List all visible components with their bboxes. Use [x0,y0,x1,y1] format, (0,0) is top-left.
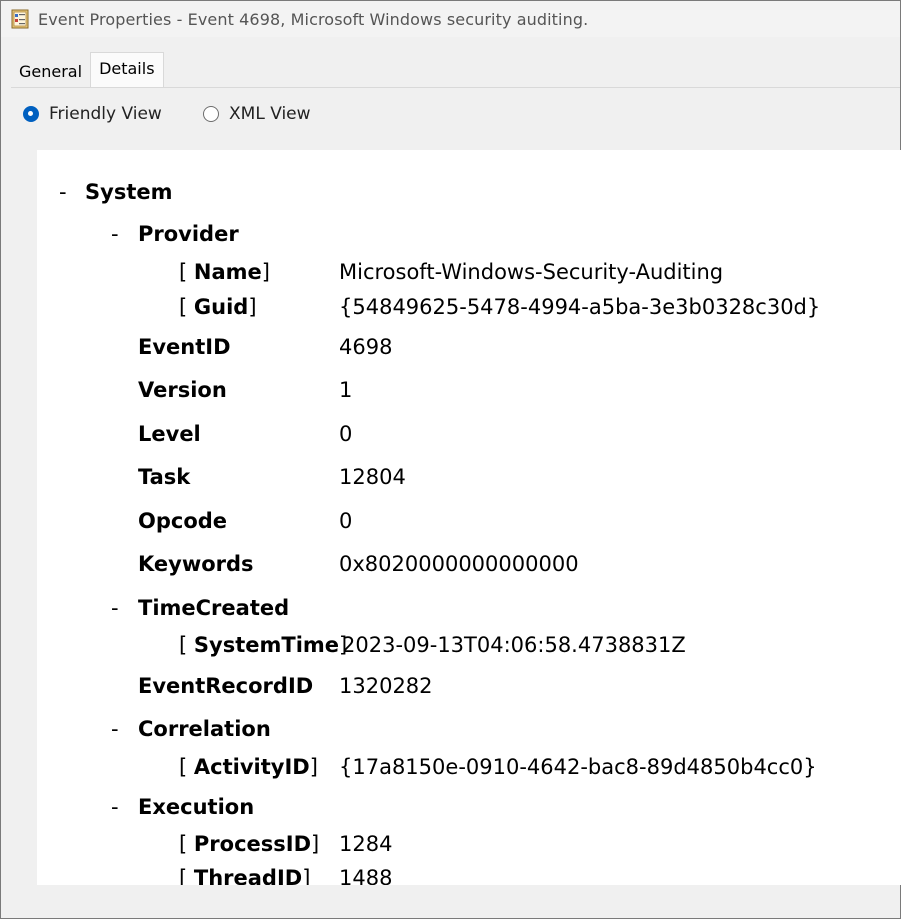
process-id-value: 1284 [339,832,393,856]
tab-general[interactable]: General [11,57,90,87]
details-panel: Friendly View XML View - System - Provid… [11,87,901,908]
bracket-close: ] [261,260,270,284]
task-value: 12804 [339,465,406,489]
bracket-close: ] [302,866,311,885]
friendly-view-option[interactable]: Friendly View [23,104,162,124]
event-id-value: 4698 [339,335,393,359]
bracket-close: ] [248,295,257,319]
xml-view-option[interactable]: XML View [203,104,311,124]
friendly-view-label[interactable]: Friendly View [49,104,162,124]
execution-node-label: Execution [138,795,255,819]
event-record-id-key: EventRecordID [138,674,314,698]
event-record-id-value: 1320282 [339,674,433,698]
activity-id-attribute: [ ActivityID] [179,755,318,779]
correlation-toggle[interactable]: - [111,717,119,741]
version-value: 1 [339,378,353,402]
correlation-node-label: Correlation [138,717,271,741]
bracket-open: [ [179,832,188,856]
system-toggle[interactable]: - [59,180,67,204]
name-attribute: [ Name] [179,260,270,284]
provider-node-label: Provider [138,222,239,246]
level-key: Level [138,422,201,446]
tab-details[interactable]: Details [90,52,164,87]
execution-toggle[interactable]: - [111,795,119,819]
system-time-key: SystemTime [193,633,340,657]
system-node-label: System [85,180,173,204]
name-key: Name [193,260,262,284]
system-time-value: 2023-09-13T04:06:58.4738831Z [342,633,686,657]
xml-view-radio[interactable] [203,106,219,122]
keywords-value: 0x8020000000000000 [339,552,579,576]
opcode-key: Opcode [138,509,228,533]
bracket-close: ] [311,832,320,856]
task-key: Task [138,465,191,489]
level-value: 0 [339,422,353,446]
friendly-view-radio[interactable] [23,106,39,122]
activity-id-key: ActivityID [193,755,310,779]
thread-id-value: 1488 [339,866,393,885]
bracket-open: [ [179,866,188,885]
thread-id-attribute: [ ThreadID] [179,866,310,885]
provider-name-value: Microsoft-Windows-Security-Auditing [339,260,724,284]
provider-guid-value: {54849625-5478-4994-a5ba-3e3b0328c30d} [339,295,821,319]
time-created-toggle[interactable]: - [111,596,119,620]
thread-id-key: ThreadID [193,866,303,885]
bracket-open: [ [179,633,188,657]
event-id-key: EventID [138,335,231,359]
bracket-close: ] [309,755,318,779]
provider-toggle[interactable]: - [111,222,119,246]
bracket-open: [ [179,260,188,284]
friendly-view-content[interactable]: - System - Provider [ Name] Microsoft-Wi… [37,150,901,885]
xml-view-label[interactable]: XML View [229,104,311,124]
process-id-attribute: [ ProcessID] [179,832,319,856]
opcode-value: 0 [339,509,353,533]
event-properties-window: Event Properties - Event 4698, Microsoft… [0,0,901,919]
event-viewer-icon [11,9,29,29]
system-time-attribute: [ SystemTime] [179,633,347,657]
version-key: Version [138,378,227,402]
process-id-key: ProcessID [193,832,312,856]
tab-strip: General Details [11,52,164,87]
window-title: Event Properties - Event 4698, Microsoft… [38,9,589,29]
activity-id-value: {17a8150e-0910-4642-bac8-89d4850b4cc0} [339,755,817,779]
keywords-key: Keywords [138,552,254,576]
guid-attribute: [ Guid] [179,295,257,319]
title-bar: Event Properties - Event 4698, Microsoft… [1,1,900,37]
bracket-open: [ [179,295,188,319]
bracket-open: [ [179,755,188,779]
time-created-node-label: TimeCreated [138,596,290,620]
guid-key: Guid [193,295,249,319]
